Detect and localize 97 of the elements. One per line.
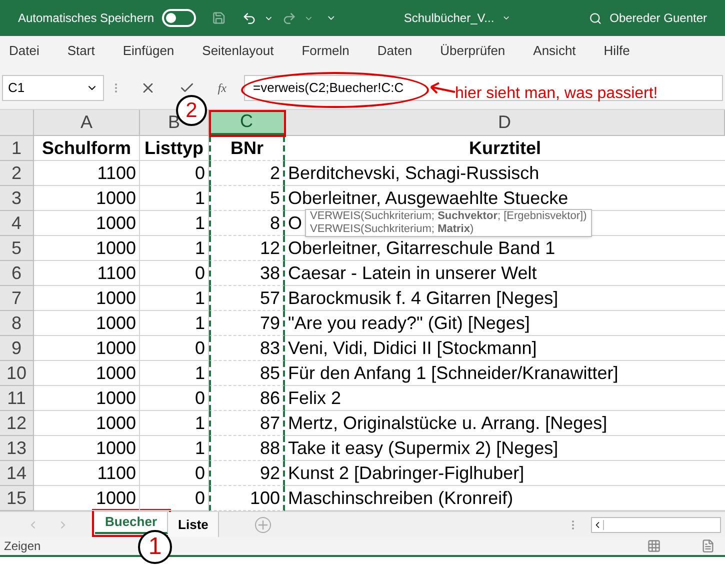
row-header[interactable]: 7 <box>0 286 34 311</box>
table-cell: 1 <box>140 411 209 436</box>
tooltip-line: VERWEIS(Suchkriterium; Suchvektor; [Ergebnisvektor]) <box>310 210 587 223</box>
table-cell: 1000 <box>34 211 140 236</box>
sheet-tab[interactable]: Buecher <box>95 512 168 534</box>
table-cell: Felix 2 <box>285 386 725 411</box>
table-cell: 85 <box>209 361 285 386</box>
search-icon[interactable] <box>588 10 602 26</box>
table-cell: Veni, Vidi, Didici II [Stockmann] <box>285 336 725 361</box>
status-text: Zeigen <box>4 538 41 555</box>
table-cell: 12 <box>209 236 285 261</box>
table-cell: "Are you ready?" (Git) [Neges] <box>285 311 725 336</box>
table-cell: 1000 <box>34 411 140 436</box>
table-cell: 1000 <box>34 386 140 411</box>
menu-tab[interactable]: Seitenlayout <box>202 41 274 61</box>
menu-tab[interactable]: Formeln <box>302 41 350 61</box>
menu-tab[interactable]: Ansicht <box>533 41 576 61</box>
normal-view-icon[interactable] <box>647 539 661 553</box>
row-header[interactable]: 12 <box>0 411 34 436</box>
table-cell: 87 <box>209 411 285 436</box>
row-header[interactable]: 13 <box>0 436 34 461</box>
table-cell: Barockmusik f. 4 Gitarren [Neges] <box>285 286 725 311</box>
table-cell: 83 <box>209 336 285 361</box>
page-layout-icon[interactable] <box>701 539 715 553</box>
table-cell: 1 <box>140 436 209 461</box>
table-cell: Caesar - Latein in unserer Welt <box>285 261 725 286</box>
row-header[interactable]: 5 <box>0 236 34 261</box>
table-cell: Mertz, Originalstücke u. Arrang. [Neges] <box>285 411 725 436</box>
tooltip-line: VERWEIS(Suchkriterium; Matrix) <box>310 223 475 236</box>
table-cell: 1 <box>140 311 209 336</box>
function-icon[interactable]: fx <box>218 78 226 96</box>
table-cell: 0 <box>140 336 209 361</box>
table-cell: 1 <box>140 236 209 261</box>
row-header[interactable]: 15 <box>0 486 34 511</box>
table-cell: 1100 <box>34 461 140 486</box>
column-header[interactable]: A <box>34 110 140 135</box>
menu-tab[interactable]: Hilfe <box>604 41 630 61</box>
table-cell: Berditchevski, Schagi-Russisch <box>285 161 725 186</box>
table-cell: 0 <box>140 461 209 486</box>
row-header[interactable]: 6 <box>0 261 34 286</box>
row-header[interactable]: 14 <box>0 461 34 486</box>
menu-tab[interactable]: Datei <box>9 41 40 61</box>
horizontal-scrollbar[interactable] <box>591 516 721 532</box>
column-title: Schulform <box>34 136 140 161</box>
table-cell: Kunst 2 [Dabringer-Figlhuber] <box>285 461 725 486</box>
table-cell: 5 <box>209 186 285 211</box>
file-name[interactable]: Schulbücher_V... <box>404 9 494 27</box>
table-cell: 92 <box>209 461 285 486</box>
table-cell: 0 <box>140 386 209 411</box>
formula-field[interactable]: =verweis(C2;Buecher!C:C hier sieht man, was passiert! <box>244 74 723 100</box>
menu-tab[interactable]: Überprüfen <box>440 41 506 61</box>
table-cell: 1000 <box>34 336 140 361</box>
name-box[interactable]: C1 <box>2 74 104 100</box>
menu-tab[interactable]: Start <box>67 41 95 61</box>
callout-text: hier sieht man, was passiert! <box>455 84 658 104</box>
table-cell: 88 <box>209 436 285 461</box>
table-cell: 0 <box>140 261 209 286</box>
table-cell: Take it easy (Supermix 2) [Neges] <box>285 436 725 461</box>
user-name[interactable]: Obereder Guenter <box>610 9 707 27</box>
table-cell: 86 <box>209 386 285 411</box>
table-cell: 79 <box>209 311 285 336</box>
table-cell: 57 <box>209 286 285 311</box>
table-cell: 2 <box>209 161 285 186</box>
autosave-toggle[interactable] <box>162 9 196 27</box>
row-header[interactable]: 10 <box>0 361 34 386</box>
column-title: Listtyp <box>140 136 209 161</box>
autosave-label: Automatisches Speichern <box>18 10 154 27</box>
table-cell: 38 <box>209 261 285 286</box>
sheet-tab[interactable]: Liste <box>168 512 220 537</box>
table-cell: 1 <box>140 361 209 386</box>
table-cell: 1000 <box>34 361 140 386</box>
row-header[interactable]: 8 <box>0 311 34 336</box>
menu-tab[interactable]: Einfügen <box>122 41 174 61</box>
table-cell: 8 <box>209 211 285 236</box>
column-title: BNr <box>209 136 285 161</box>
row-header[interactable]: 4 <box>0 211 34 236</box>
table-cell: 1000 <box>34 186 140 211</box>
row-header[interactable]: 9 <box>0 336 34 361</box>
column-header[interactable]: D <box>285 110 725 135</box>
table-cell: 1000 <box>34 436 140 461</box>
formula-text: =verweis(C2;Buecher!C:C <box>253 78 404 97</box>
row-header[interactable]: 1 <box>0 136 34 161</box>
table-cell: 1000 <box>34 311 140 336</box>
table-cell: Für den Anfang 1 [Schneider/Kranawitter] <box>285 361 725 386</box>
row-header[interactable]: 11 <box>0 386 34 411</box>
table-cell: 1 <box>140 211 209 236</box>
table-cell: 0 <box>140 161 209 186</box>
column-title: Kurztitel <box>285 136 725 161</box>
row-header[interactable]: 2 <box>0 161 34 186</box>
table-cell: 1000 <box>34 286 140 311</box>
table-cell: 1 <box>140 286 209 311</box>
menu-tab[interactable]: Daten <box>377 41 412 61</box>
table-cell: 1100 <box>34 161 140 186</box>
table-cell: 1 <box>140 186 209 211</box>
table-cell: 1000 <box>34 236 140 261</box>
row-header[interactable]: 3 <box>0 186 34 211</box>
table-cell: 1100 <box>34 261 140 286</box>
